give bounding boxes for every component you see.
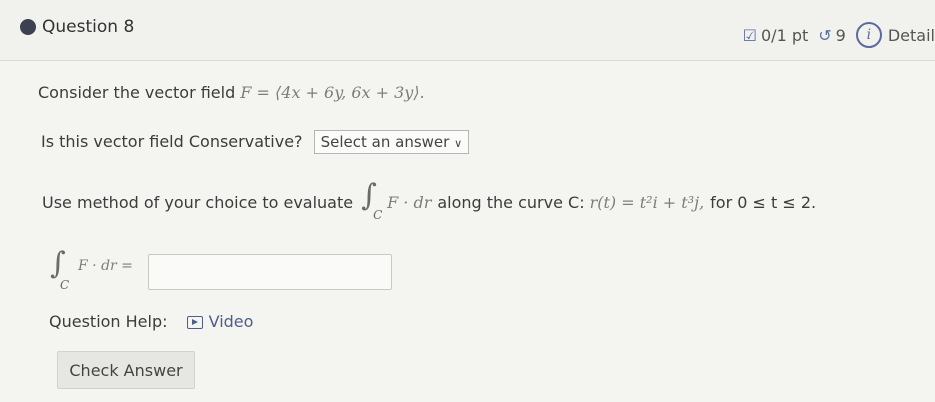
question-status-bar: ☑ 0/1 pt ↺ 9 i Detail [743, 22, 935, 48]
evaluate-line: Use method of your choice to evaluate ∫ … [42, 178, 817, 222]
score-text: 0/1 pt [761, 25, 809, 45]
info-icon[interactable]: i [855, 22, 882, 48]
field-expression: F = ⟨4x + 6y, 6x + 3y⟩. [240, 83, 425, 102]
check-answer-button[interactable]: Check Answer [57, 351, 195, 389]
video-icon [186, 316, 203, 329]
integral-symbol: ∫ C [361, 178, 383, 222]
question-header: Question 8 ☑ 0/1 pt ↺ 9 i Detail [0, 0, 935, 61]
conservative-line: Is this vector field Conservative? Selec… [41, 130, 470, 154]
retry-icon: ↺ [818, 25, 832, 45]
question-status-dot [20, 19, 36, 35]
attempts-count: 9 [835, 25, 846, 45]
curve-expression: r(t) = t²i + t³j, [589, 192, 705, 212]
question-body: Consider the vector field F = ⟨4x + 6y, … [0, 61, 935, 402]
details-link[interactable]: Detail [888, 26, 935, 45]
video-help-link[interactable]: Video [186, 312, 253, 331]
question-title: Question 8 [42, 17, 135, 37]
chevron-down-icon: ∨ [454, 137, 463, 150]
integral-expression: F · dr [387, 192, 432, 212]
answer-integral-symbol: ∫ C [50, 246, 70, 292]
checkbox-score-icon: ☑ [742, 25, 757, 45]
question-help: Question Help: Video [49, 312, 254, 331]
answer-input[interactable] [148, 254, 392, 290]
conservative-select[interactable]: Select an answer ∨ [313, 130, 470, 154]
intro-line: Consider the vector field F = ⟨4x + 6y, … [38, 83, 425, 102]
